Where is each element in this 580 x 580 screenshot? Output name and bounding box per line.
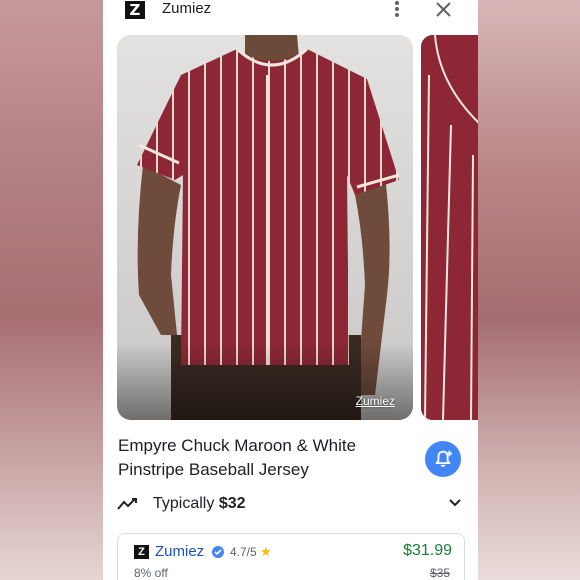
store-logo: Z (125, 1, 145, 19)
typical-price-row[interactable]: Typically $32 (117, 494, 462, 516)
store-name: Zumiez (162, 0, 212, 17)
chevron-down-icon[interactable] (448, 498, 462, 508)
typical-price-text: Typically $32 (153, 495, 246, 513)
blurred-left-panel (0, 0, 103, 580)
typical-price-label: Typically (153, 495, 215, 512)
trend-icon (117, 498, 137, 510)
close-icon[interactable] (433, 0, 453, 20)
original-price: $35 (429, 566, 450, 580)
product-image[interactable]: Zumiez (117, 35, 413, 420)
header: Z Zumiez (103, 0, 478, 22)
offer-price: $31.99 (403, 542, 452, 559)
offer-store-name[interactable]: Zumiez (155, 543, 204, 560)
star-icon: ★ (260, 544, 272, 559)
typical-price-value: $32 (218, 495, 246, 512)
offer-store-logo: Z (134, 545, 149, 559)
verified-badge-icon (212, 546, 224, 558)
price-alert-icon (435, 450, 453, 468)
store-rating: 4.7/5 (230, 545, 257, 559)
blurred-right-panel (478, 0, 580, 580)
price-alert-button[interactable] (425, 441, 461, 477)
image-watermark: Zumiez (355, 394, 395, 408)
product-card: Z Zumiez Zumiez Empyre Chuck Maroon & Wh… (103, 0, 478, 580)
product-title: Empyre Chuck Maroon & White Pinstripe Ba… (118, 436, 357, 479)
more-vert-icon[interactable] (389, 0, 405, 20)
store-offer-row[interactable]: Z Zumiez 4.7/5 ★ $31.99 8% off $35 (117, 533, 465, 580)
discount-label: 8% off (134, 566, 168, 580)
product-image-secondary[interactable] (421, 35, 478, 420)
